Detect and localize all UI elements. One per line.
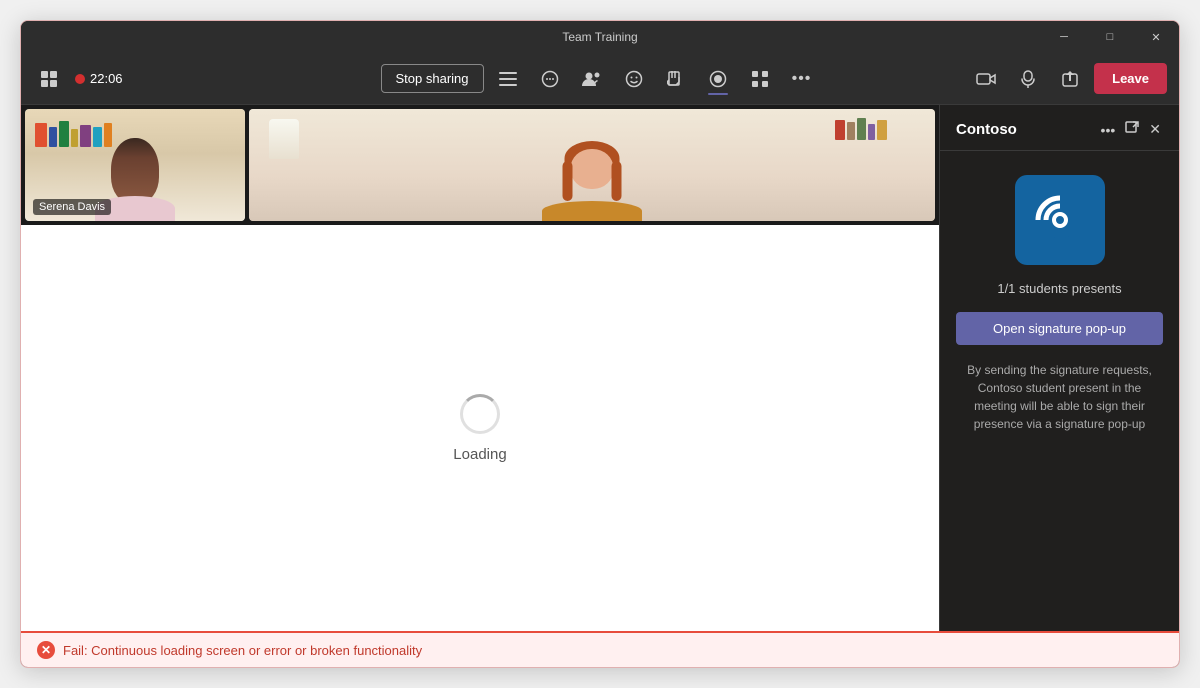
share-area: Loading [21, 225, 939, 631]
main-area: Serena Davis [21, 105, 939, 631]
camera-button[interactable] [968, 61, 1004, 97]
toolbar-center: Stop sharing [381, 61, 820, 97]
students-count: 1/1 students presents [997, 281, 1121, 296]
stop-sharing-button[interactable]: Stop sharing [381, 64, 484, 93]
side-panel-body: 1/1 students presents Open signature pop… [940, 151, 1179, 631]
restore-button[interactable]: □ [1087, 21, 1133, 53]
emoji-button[interactable] [616, 61, 652, 97]
side-panel-header: Contoso ••• ✕ [940, 105, 1179, 151]
window-title: Team Training [562, 30, 637, 44]
remote-video-thumb [249, 109, 935, 221]
loading-text: Loading [453, 446, 506, 463]
menu-lines-button[interactable] [490, 61, 526, 97]
toolbar-right: Leave [826, 61, 1168, 97]
loading-spinner [460, 394, 500, 434]
minimize-button[interactable]: ─ [1041, 21, 1087, 53]
chat-button[interactable] [532, 61, 568, 97]
close-button[interactable]: ✕ [1133, 21, 1179, 53]
people-button[interactable] [574, 61, 610, 97]
fail-message: Fail: Continuous loading screen or error… [63, 643, 422, 658]
window-controls: ─ □ ✕ [1041, 21, 1179, 53]
side-panel-more-icon[interactable]: ••• [1099, 120, 1118, 140]
side-panel-close-icon[interactable]: ✕ [1147, 119, 1163, 140]
recording-badge: 22:06 [75, 71, 123, 86]
recording-dot [75, 74, 85, 84]
fail-bar: ✕ Fail: Continuous loading screen or err… [21, 631, 1179, 667]
open-signature-popup-button[interactable]: Open signature pop-up [956, 312, 1163, 345]
toolbar-left: 22:06 [33, 63, 375, 95]
video-strip: Serena Davis [21, 105, 939, 225]
meeting-toolbar: 22:06 Stop sharing [21, 53, 1179, 105]
fail-icon: ✕ [37, 641, 55, 659]
grid-icon[interactable] [33, 63, 65, 95]
side-panel-popout-icon[interactable] [1123, 119, 1141, 140]
more-button[interactable]: ••• [784, 61, 820, 97]
record-button[interactable] [700, 61, 736, 97]
raise-hand-button[interactable] [658, 61, 694, 97]
side-panel-description: By sending the signature requests, Conto… [956, 361, 1163, 433]
leave-button[interactable]: Leave [1094, 63, 1167, 94]
local-participant-name: Serena Davis [33, 199, 111, 215]
apps-button[interactable] [742, 61, 778, 97]
mic-button[interactable] [1010, 61, 1046, 97]
title-bar: Team Training ─ □ ✕ [21, 21, 1179, 53]
side-panel-title: Contoso [956, 121, 1099, 138]
content-area: Serena Davis [21, 105, 1179, 631]
share-tray-button[interactable] [1052, 61, 1088, 97]
app-logo [1015, 175, 1105, 265]
remote-video-bg [249, 109, 935, 221]
side-panel-icons: ••• ✕ [1099, 119, 1163, 140]
recording-time: 22:06 [90, 71, 123, 86]
teams-window: Team Training ─ □ ✕ 22:06 Stop sh [20, 20, 1180, 668]
local-video-thumb: Serena Davis [25, 109, 245, 221]
side-panel: Contoso ••• ✕ [939, 105, 1179, 631]
